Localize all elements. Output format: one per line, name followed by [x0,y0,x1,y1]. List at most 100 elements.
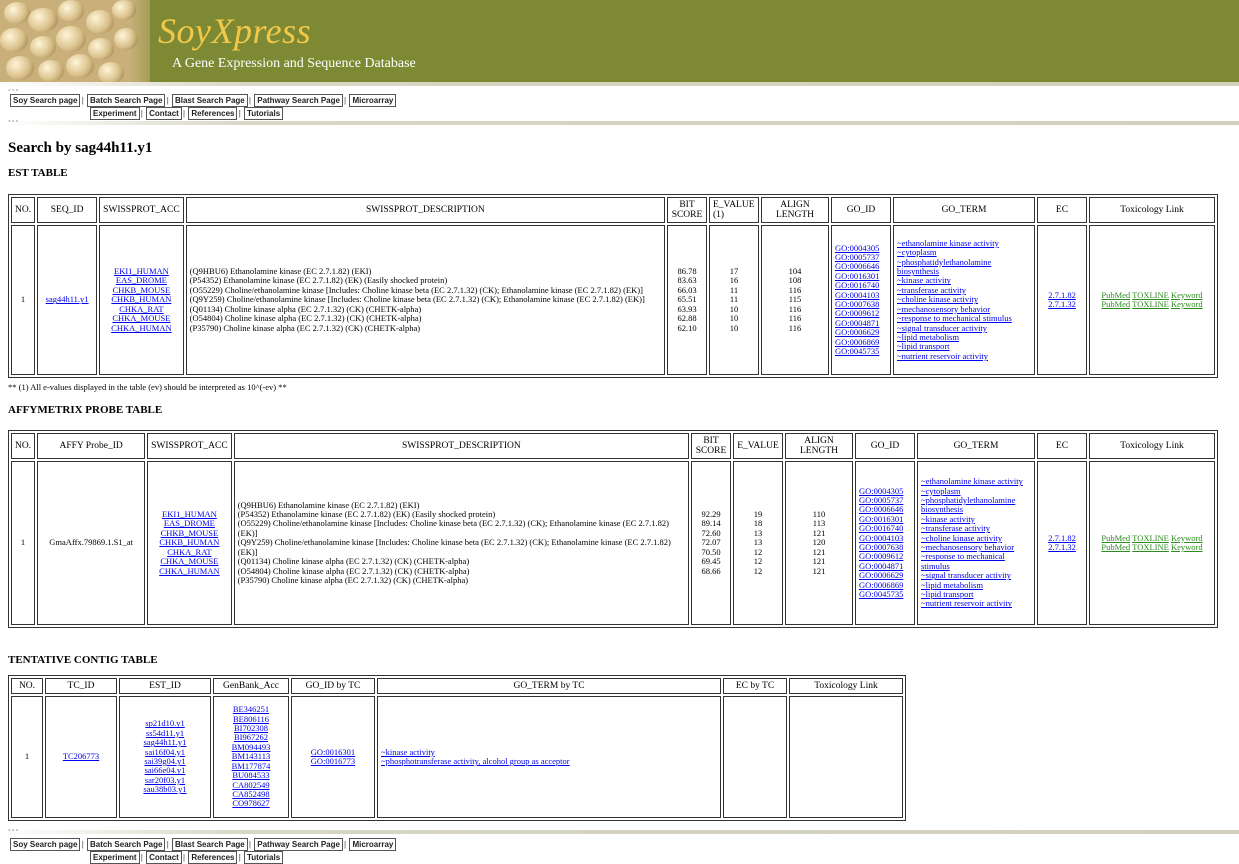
align-length-cell: 104 108 116 115 116 116 116 [761,225,829,375]
swissprot-acc-cell: EKI1_HUMAN EAS_DROME CHKB_MOUSE CHKB_HUM… [99,225,184,375]
nav-pathway-search[interactable]: Pathway Search Page [254,838,343,851]
probe-id-cell: GmaAffx.79869.1.S1_at [37,461,146,625]
keyword-link[interactable]: Keyword [1171,299,1203,309]
toxline-link[interactable]: TOXLINE [1132,299,1169,309]
pubmed-link[interactable]: PubMed [1101,542,1130,552]
go-term-cell: ~ethanolamine kinase activity ~cytoplasm… [917,461,1035,625]
nav-tutorials[interactable]: Tutorials [243,107,284,120]
nav-microarray[interactable]: Microarray [349,838,397,851]
go-id-cell: GO:0004305 GO:0005737 GO:0006646 GO:0016… [855,461,915,625]
ec-by-tc-cell [723,696,787,818]
go-term-by-tc-cell: ~kinase activity ~phosphotransferase act… [377,696,721,818]
genbank-acc-cell: BE346251 BE806116 BI702308 BI967262 BM09… [213,696,289,818]
top-nav: Soy Search page | Batch Search Page | Blas… [10,94,397,120]
nav-references[interactable]: References [188,107,238,120]
acc-link[interactable]: CHKA_HUMAN [159,566,219,576]
e-value: 10 [729,322,739,333]
e-value-footnote: ** (1) All e-values displayed in the tab… [8,382,287,392]
col-header: GO_ID [855,433,915,459]
nav-references[interactable]: References [188,851,238,864]
col-header: GO_ID by TC [291,678,375,694]
col-header: Toxicology Link [1089,433,1215,459]
table-row: 1 TC206773 sp21d10.y1 ss54d11.y1 sag44h1… [11,696,903,818]
page-title: Search by sag44h11.y1 [8,140,153,156]
nav-pathway-search[interactable]: Pathway Search Page [254,94,343,107]
nav-microarray[interactable]: Microarray [349,94,397,107]
nav-soy-search[interactable]: Soy Search page [10,838,81,851]
nav-contact[interactable]: Contact [146,107,182,120]
table-header-row: NO. AFFY Probe_ID SWISSPROT_ACC SWISSPRO… [11,433,1215,459]
go-id-link[interactable]: GO:0016773 [311,756,355,766]
toxline-link[interactable]: TOXLINE [1132,542,1169,552]
col-header: GO_TERM [893,197,1035,223]
soybean-logo-image [0,0,150,82]
est-table-heading: EST TABLE [8,167,68,179]
table-row: 1 sag44h11.y1 EKI1_HUMAN EAS_DROME CHKB_… [11,225,1215,375]
pubmed-link[interactable]: PubMed [1101,299,1130,309]
table-row: 1 GmaAffx.79869.1.S1_at EKI1_HUMAN EAS_D… [11,461,1215,625]
col-header: Toxicology Link [1089,197,1215,223]
go-id-link[interactable]: GO:0045735 [835,346,879,356]
col-header: SWISSPROT_DESCRIPTION [185,197,665,223]
genbank-link[interactable]: CO978627 [232,798,269,808]
description-cell: (Q9HBU6) Ethanolamine kinase (EC 2.7.1.8… [233,461,689,625]
est-id-link[interactable]: sau38b03.y1 [143,784,186,794]
col-header: SEQ_ID [37,197,98,223]
keyword-link[interactable]: Keyword [1171,542,1203,552]
est-table: NO. SEQ_ID SWISSPROT_ACC SWISSPROT_DESCR… [8,194,1218,378]
col-header: Toxicology Link [789,678,903,694]
col-header: E_VALUE (1) [709,197,759,223]
col-header: GO_ID [831,197,891,223]
go-term-link[interactable]: ~nutrient reservoir activity [921,598,1012,608]
go-term-link[interactable]: ~response to mechanical stimulus [921,551,1005,571]
col-header: EST_ID [119,678,211,694]
go-term-link[interactable]: ~phosphatidylethanolamine biosynthesis [921,495,1015,514]
go-term-link[interactable]: ~phosphatidylethanolamine biosynthesis [897,257,991,276]
nav-blast-search[interactable]: Blast Search Page [171,838,248,851]
nav-soy-search[interactable]: Soy Search page [10,94,81,107]
tc-id-link[interactable]: TC206773 [63,751,99,761]
header-divider [0,82,1239,86]
tc-table: NO. TC_ID EST_ID GenBank_Acc GO_ID by TC… [8,675,906,821]
nav-batch-search[interactable]: Batch Search Page [86,838,166,851]
nav-batch-search[interactable]: Batch Search Page [86,94,166,107]
description-line: (P35790) Choline kinase alpha (EC 2.7.1.… [237,574,469,585]
nav-experiment[interactable]: Experiment [90,107,140,120]
nav-blast-search[interactable]: Blast Search Page [171,94,248,107]
go-term-link[interactable]: ~phosphotransferase activity, alcohol gr… [381,756,570,766]
description-line: (Q9Y259) Choline/ethanolamine kinase [In… [237,537,671,557]
go-term-link[interactable]: ~nutrient reservoir activity [897,351,988,361]
col-header: SWISSPROT_ACC [147,433,232,459]
align-length: 116 [788,322,802,333]
swissprot-acc-cell: EKI1_HUMAN EAS_DROME CHKB_MOUSE CHKB_HUM… [147,461,232,625]
nav-divider [0,121,1239,125]
acc-link[interactable]: CHKA_HUMAN [111,323,171,333]
site-header: SoyXpress A Gene Expression and Sequence… [0,0,1239,82]
table-header-row: NO. TC_ID EST_ID GenBank_Acc GO_ID by TC… [11,678,903,694]
col-header: TC_ID [45,678,117,694]
ec-link[interactable]: 2.7.1.32 [1048,542,1076,552]
col-header: EC [1037,433,1087,459]
go-id-link[interactable]: GO:0045735 [859,589,903,599]
e-value: 12 [753,565,763,576]
toxicology-cell: PubMed TOXLINE Keyword PubMed TOXLINE Ke… [1089,225,1215,375]
affy-table-heading: AFFYMETRIX PROBE TABLE [8,404,163,416]
align-length: 121 [812,565,826,576]
bit-score-cell: 92.29 89.14 72.60 72.07 70.50 69.45 68.6… [691,461,731,625]
col-header: SWISSPROT_DESCRIPTION [233,433,689,459]
nav-tutorials[interactable]: Tutorials [243,851,284,864]
row-number: 1 [11,696,43,818]
ec-link[interactable]: 2.7.1.32 [1048,299,1076,309]
col-header: GO_TERM [917,433,1035,459]
toxicology-cell: PubMed TOXLINE Keyword PubMed TOXLINE Ke… [1089,461,1215,625]
seq-id-link[interactable]: sag44h11.y1 [46,294,89,304]
description-cell: (Q9HBU6) Ethanolamine kinase (EC 2.7.1.8… [185,225,665,375]
site-title: SoyXpress [158,11,312,51]
col-header: ALIGN LENGTH [785,433,853,459]
go-id-cell: GO:0004305 GO:0005737 GO:0006646 GO:0016… [831,225,891,375]
col-header: E_VALUE [733,433,783,459]
nav-experiment[interactable]: Experiment [90,851,140,864]
col-header: GenBank_Acc [213,678,289,694]
nav-contact[interactable]: Contact [146,851,182,864]
description-line: (O55229) Choline/ethanolamine kinase [In… [237,518,669,538]
